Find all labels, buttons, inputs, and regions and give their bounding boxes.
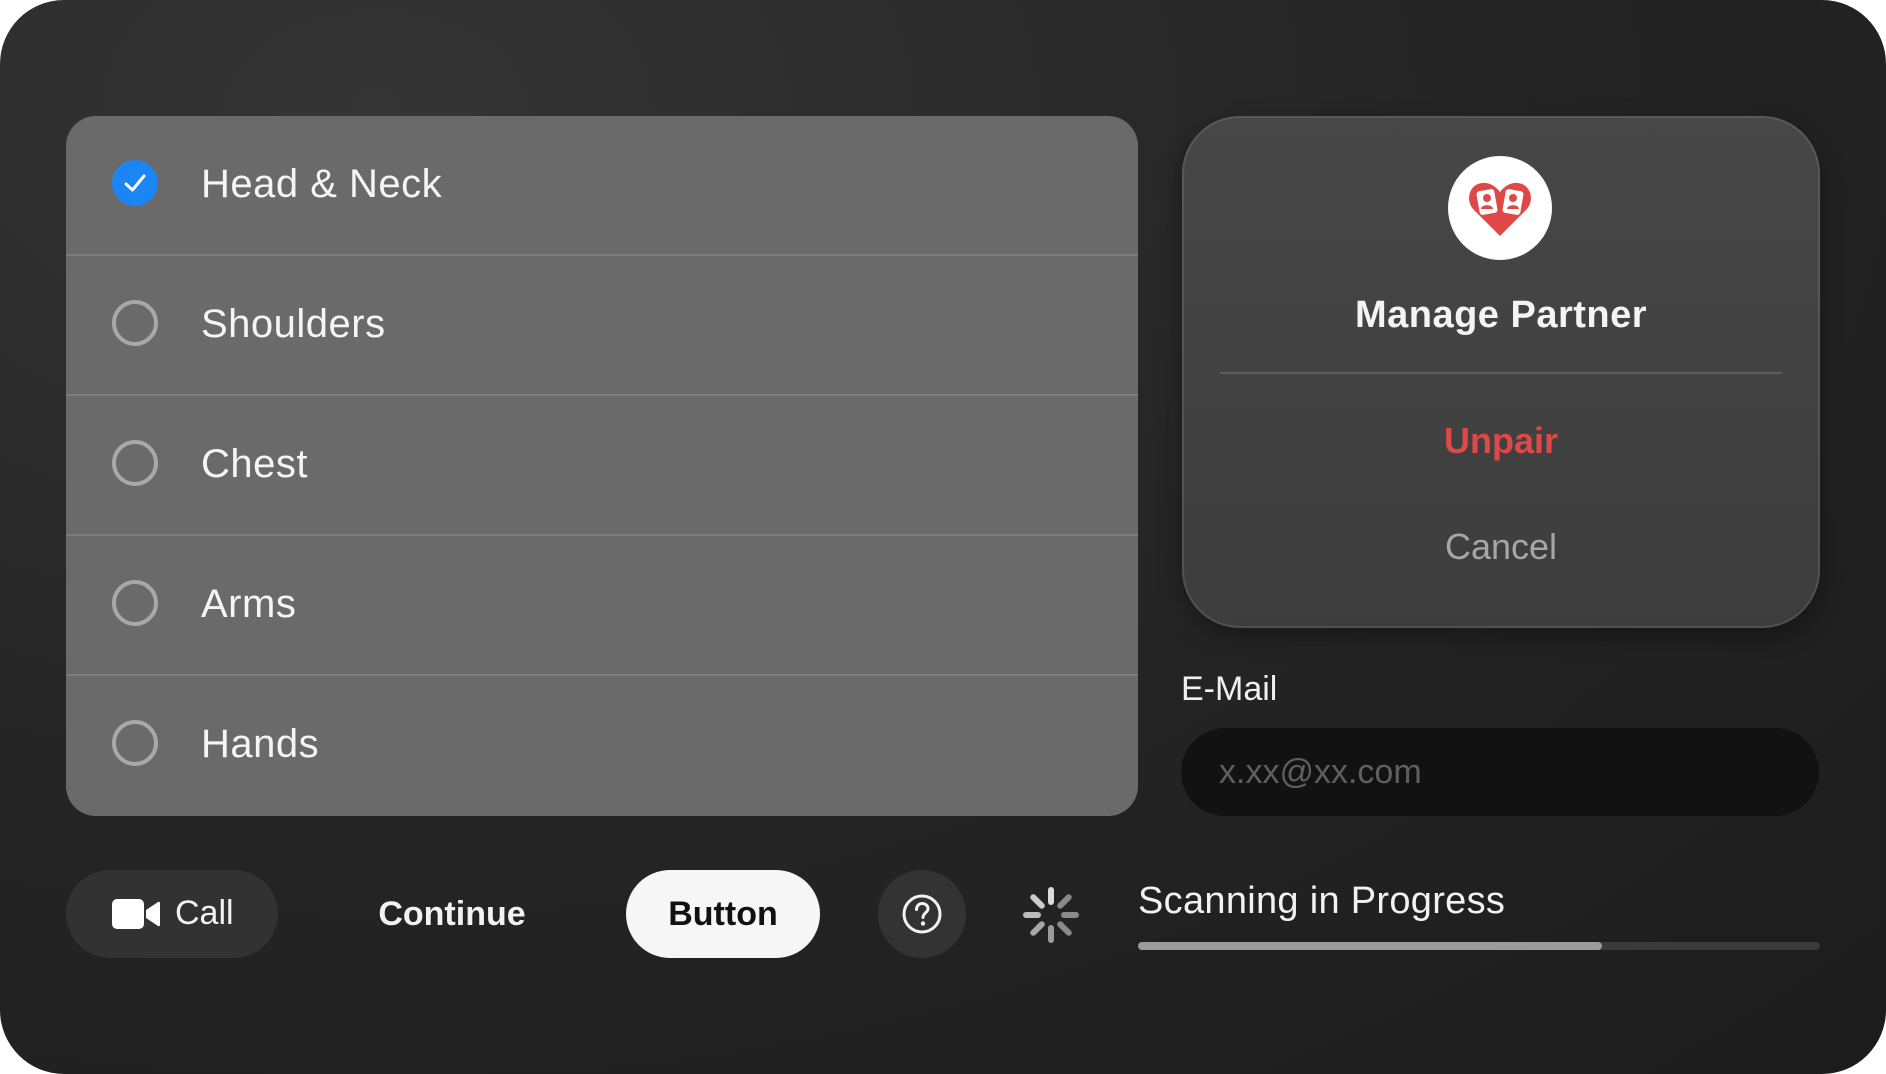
progress-bar [1138, 942, 1820, 950]
email-field[interactable] [1181, 728, 1819, 816]
list-item[interactable]: Head & Neck [66, 116, 1138, 256]
divider [1220, 372, 1782, 374]
call-label: Call [175, 894, 234, 932]
video-camera-icon [112, 899, 160, 929]
manage-partner-dialog: Manage Partner Unpair Cancel [1182, 116, 1820, 628]
checkmark-icon[interactable] [112, 160, 158, 206]
list-item-label: Head & Neck [201, 162, 443, 206]
radio-circle-icon[interactable] [112, 580, 158, 626]
list-item-label: Hands [201, 722, 320, 766]
cancel-button[interactable]: Cancel [1182, 526, 1820, 568]
help-button[interactable] [878, 870, 966, 958]
list-item[interactable]: Chest [66, 396, 1138, 536]
dialog-title: Manage Partner [1354, 294, 1648, 336]
body-part-list: Head & Neck Shoulders Chest Arms Hands [66, 116, 1138, 816]
partner-heart-icon [1448, 156, 1552, 260]
question-mark-icon [902, 894, 942, 934]
unpair-button[interactable]: Unpair [1182, 420, 1820, 462]
radio-circle-icon[interactable] [112, 300, 158, 346]
primary-button[interactable]: Button [626, 870, 820, 958]
email-label: E-Mail [1181, 670, 1278, 708]
radio-circle-icon[interactable] [112, 440, 158, 486]
list-item-label: Chest [201, 442, 308, 486]
list-item-label: Arms [201, 582, 297, 626]
loading-spinner-icon [1022, 886, 1080, 949]
list-item[interactable]: Arms [66, 536, 1138, 676]
scan-status-label: Scanning in Progress [1138, 880, 1506, 922]
call-button[interactable]: Call [66, 870, 278, 958]
progress-fill [1138, 942, 1602, 950]
list-item[interactable]: Hands [66, 676, 1138, 816]
radio-circle-icon[interactable] [112, 720, 158, 766]
list-item-label: Shoulders [201, 302, 386, 346]
continue-button[interactable]: Continue [330, 870, 574, 958]
app-window: Head & Neck Shoulders Chest Arms Hands M… [0, 0, 1886, 1074]
list-item[interactable]: Shoulders [66, 256, 1138, 396]
